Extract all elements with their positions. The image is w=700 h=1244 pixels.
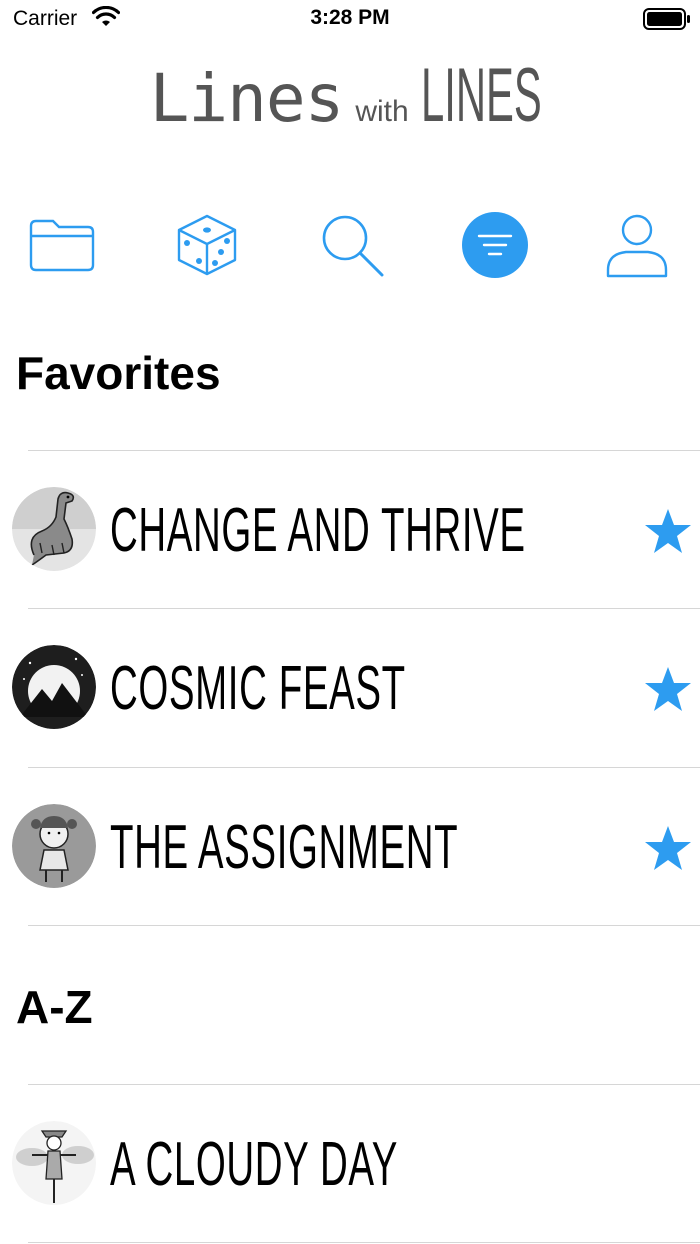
dice-icon (177, 214, 237, 276)
person-icon (606, 214, 668, 278)
star-icon[interactable] (643, 824, 693, 874)
section-header-favorites: Favorites (16, 347, 221, 399)
section-header-az: A-Z (16, 981, 93, 1033)
logo-text-lines: Lines (149, 60, 345, 137)
girl-thumbnail (12, 804, 96, 888)
battery-icon (643, 8, 691, 35)
search-icon (322, 215, 384, 277)
divider (28, 925, 700, 926)
filter-icon (462, 212, 528, 278)
divider (28, 1242, 700, 1243)
star-icon[interactable] (643, 665, 693, 715)
filter-button[interactable] (455, 205, 535, 285)
status-time: 3:28 PM (310, 6, 390, 29)
dinosaur-thumbnail (12, 487, 96, 571)
random-button[interactable] (167, 205, 247, 285)
list-item-cosmic-feast[interactable]: Cosmic Feast (0, 615, 700, 765)
toolbar (0, 205, 700, 285)
profile-button[interactable] (597, 205, 677, 285)
scarecrow-thumbnail (12, 1121, 96, 1205)
status-bar: Carrier 3:28 PM (0, 0, 700, 40)
mountain-moon-thumbnail (12, 645, 96, 729)
item-title: Change And Thrive (110, 496, 526, 565)
logo-text-with: with (355, 95, 409, 128)
folder-button[interactable] (22, 205, 102, 285)
divider (28, 608, 700, 609)
list-item-change-and-thrive[interactable]: Change And Thrive (0, 457, 700, 607)
star-icon[interactable] (643, 507, 693, 557)
item-title: The Assignment (110, 813, 459, 882)
list-item-a-cloudy-day[interactable]: A Cloudy Day (0, 1091, 700, 1241)
item-title: A Cloudy Day (110, 1130, 399, 1199)
item-title: Cosmic Feast (110, 654, 406, 723)
app-logo: Lines with LINES (0, 52, 700, 142)
folder-icon (29, 219, 95, 272)
divider (28, 767, 700, 768)
list-item-the-assignment[interactable]: The Assignment (0, 774, 700, 924)
divider (28, 450, 700, 451)
logo-text-caps: LINES (420, 53, 542, 138)
search-button[interactable] (312, 205, 392, 285)
divider (28, 1084, 700, 1085)
